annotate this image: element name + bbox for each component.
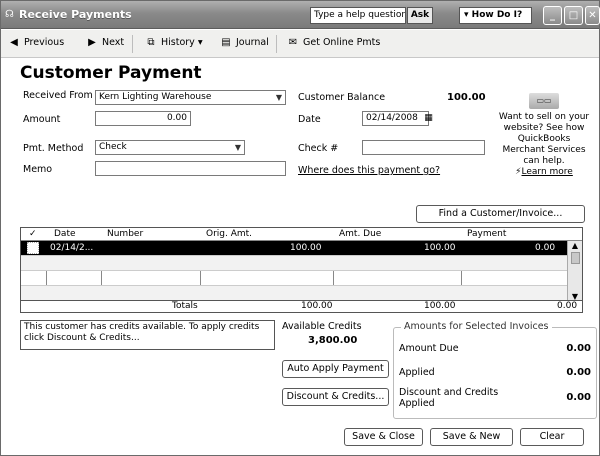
check-number-label: Check # bbox=[298, 143, 339, 154]
applied-label: Applied bbox=[399, 367, 435, 378]
window-title: Receive Payments bbox=[19, 8, 132, 21]
row-date: 02/14/2... bbox=[50, 243, 94, 253]
grid-scrollbar[interactable]: ▲ ▼ bbox=[567, 241, 582, 301]
how-do-i-label: How Do I? bbox=[471, 10, 523, 20]
scroll-thumb[interactable] bbox=[570, 252, 580, 264]
next-button[interactable]: ▶ Next bbox=[85, 37, 124, 48]
totals-amt-due: 100.00 bbox=[424, 301, 456, 311]
scroll-up-icon[interactable]: ▲ bbox=[568, 241, 582, 250]
grid-header: ✓ Date Number Orig. Amt. Amt. Due Paymen… bbox=[21, 228, 582, 241]
maximize-icon: □ bbox=[568, 10, 579, 21]
table-row[interactable] bbox=[21, 256, 567, 271]
totals-payment: 0.00 bbox=[557, 301, 578, 311]
receive-payments-window: ☊ Receive Payments Type a help question … bbox=[0, 0, 600, 456]
discount-credits-button[interactable]: Discount & Credits... bbox=[282, 388, 389, 406]
amount-due-value: 0.00 bbox=[566, 343, 591, 354]
totals-label: Totals bbox=[172, 301, 198, 311]
save-close-button[interactable]: Save & Close bbox=[344, 428, 423, 446]
customer-balance-label: Customer Balance bbox=[298, 92, 386, 103]
chevron-down-icon: ▾ bbox=[197, 37, 203, 48]
form-title: Customer Payment bbox=[20, 63, 202, 83]
history-button[interactable]: ⧉ History ▾ bbox=[144, 37, 203, 48]
memo-field[interactable] bbox=[95, 161, 286, 176]
minimize-icon: _ bbox=[550, 10, 555, 21]
table-row[interactable]: 02/14/2... 100.00 100.00 0.00 bbox=[21, 241, 567, 256]
app-icon: ☊ bbox=[5, 9, 14, 20]
row-orig-amt: 100.00 bbox=[290, 243, 322, 253]
chevron-down-icon[interactable]: ▼ bbox=[273, 91, 285, 104]
toolbar: ◀ Previous ▶ Next ⧉ History ▾ ▤ Journal ✉ Get… bbox=[1, 30, 599, 58]
previous-icon: ◀ bbox=[10, 37, 18, 48]
received-from-label: Received From bbox=[23, 90, 93, 101]
totals-row: Totals 100.00 100.00 0.00 bbox=[21, 300, 582, 312]
clear-button[interactable]: Clear bbox=[520, 428, 584, 446]
customer-balance-value: 100.00 bbox=[447, 92, 486, 103]
column-header-check[interactable]: ✓ bbox=[29, 229, 37, 239]
chevron-down-icon[interactable]: ▼ bbox=[232, 141, 244, 154]
date-field[interactable]: 02/14/2008 bbox=[362, 111, 429, 126]
row-payment[interactable]: 0.00 bbox=[535, 243, 555, 253]
promo-text: Want to sell on your website? See how Qu… bbox=[498, 112, 590, 166]
discount-credits-applied-value: 0.00 bbox=[566, 392, 591, 403]
date-label: Date bbox=[298, 114, 321, 125]
row-amt-due: 100.00 bbox=[424, 243, 456, 253]
find-customer-invoice-button[interactable]: Find a Customer/Invoice... bbox=[416, 205, 585, 223]
history-icon: ⧉ bbox=[147, 37, 155, 48]
pmt-method-field[interactable]: Check bbox=[95, 140, 245, 155]
amount-field[interactable]: 0.00 bbox=[95, 111, 191, 126]
online-pmts-label: Get Online Pmts bbox=[303, 37, 381, 48]
help-question-input[interactable]: Type a help question bbox=[310, 7, 406, 24]
journal-label: Journal bbox=[236, 37, 269, 48]
table-row[interactable] bbox=[21, 271, 567, 286]
where-does-payment-go-link[interactable]: Where does this payment go? bbox=[298, 165, 440, 176]
available-credits-value: 3,800.00 bbox=[308, 335, 358, 346]
applied-value: 0.00 bbox=[566, 367, 591, 378]
totals-orig-amt: 100.00 bbox=[301, 301, 333, 311]
table-row[interactable] bbox=[21, 286, 567, 301]
credits-message: This customer has credits available. To … bbox=[20, 320, 275, 350]
how-do-i-button[interactable]: ▾ How Do I? bbox=[459, 7, 532, 24]
discount-credits-applied-label: Discount and Credits Applied bbox=[399, 387, 499, 409]
title-bar: ☊ Receive Payments Type a help question … bbox=[1, 1, 600, 29]
close-button[interactable]: ✕ bbox=[585, 6, 600, 25]
triangle-down-icon: ▾ bbox=[464, 10, 472, 20]
journal-button[interactable]: ▤ Journal bbox=[219, 37, 269, 48]
ask-button[interactable]: Ask bbox=[407, 7, 433, 24]
get-online-pmts-button[interactable]: ✉ Get Online Pmts bbox=[286, 37, 380, 48]
column-header-number[interactable]: Number bbox=[107, 229, 143, 239]
maximize-button[interactable]: □ bbox=[564, 6, 583, 25]
calendar-icon[interactable]: ▦ bbox=[422, 111, 435, 126]
column-header-date[interactable]: Date bbox=[54, 229, 76, 239]
column-header-payment[interactable]: Payment bbox=[467, 229, 506, 239]
invoice-grid: ✓ Date Number Orig. Amt. Amt. Due Paymen… bbox=[20, 227, 583, 313]
close-icon: ✕ bbox=[588, 10, 597, 21]
toolbar-separator bbox=[276, 35, 277, 53]
received-from-field[interactable]: Kern Lighting Warehouse bbox=[95, 90, 286, 105]
auto-apply-payment-button[interactable]: Auto Apply Payment bbox=[282, 360, 389, 378]
column-header-amt-due[interactable]: Amt. Due bbox=[339, 229, 381, 239]
credit-card-icon: ▭▭ bbox=[529, 93, 559, 109]
toolbar-separator bbox=[132, 35, 133, 53]
next-icon: ▶ bbox=[88, 37, 96, 48]
row-checkbox[interactable] bbox=[27, 242, 39, 254]
previous-label: Previous bbox=[24, 37, 65, 48]
selected-invoices-title: Amounts for Selected Invoices bbox=[401, 321, 552, 332]
online-payments-icon: ✉ bbox=[288, 37, 298, 48]
column-header-orig-amt[interactable]: Orig. Amt. bbox=[206, 229, 252, 239]
merchant-services-promo: ▭▭ Want to sell on your website? See how… bbox=[496, 93, 592, 185]
journal-icon: ▤ bbox=[221, 37, 231, 48]
check-number-field[interactable] bbox=[362, 140, 485, 155]
save-new-button[interactable]: Save & New bbox=[430, 428, 513, 446]
pmt-method-label: Pmt. Method bbox=[23, 143, 84, 154]
previous-button[interactable]: ◀ Previous bbox=[7, 37, 64, 48]
learn-more-link[interactable]: Learn more bbox=[522, 167, 573, 177]
history-label: History bbox=[161, 37, 195, 48]
memo-label: Memo bbox=[23, 164, 53, 175]
next-label: Next bbox=[102, 37, 125, 48]
minimize-button[interactable]: _ bbox=[543, 6, 562, 25]
amount-label: Amount bbox=[23, 114, 61, 125]
available-credits-label: Available Credits bbox=[282, 321, 362, 332]
amount-due-label: Amount Due bbox=[399, 343, 459, 354]
